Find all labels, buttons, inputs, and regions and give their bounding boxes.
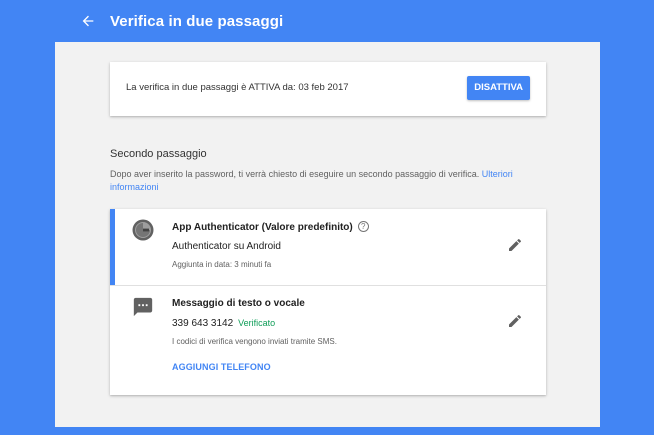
method-sms: Messaggio di testo o vocale 339 643 3142… bbox=[110, 285, 546, 395]
content-panel: La verifica in due passaggi è ATTIVA da:… bbox=[55, 42, 600, 427]
app-header: Verifica in due passaggi bbox=[0, 0, 654, 42]
second-step-methods-card: App Authenticator (Valore predefinito)? … bbox=[110, 209, 546, 395]
phone-number: 339 643 3142 Verificato bbox=[172, 318, 276, 329]
page-title: Verifica in due passaggi bbox=[110, 13, 284, 30]
verified-badge: Verificato bbox=[238, 318, 276, 328]
section-description: Dopo aver inserito la password, ti verrà… bbox=[110, 168, 540, 194]
help-icon[interactable]: ? bbox=[357, 221, 369, 232]
arrow-left-icon[interactable] bbox=[80, 13, 96, 29]
method-title: App Authenticator (Valore predefinito)? bbox=[172, 221, 369, 233]
sms-icon bbox=[132, 296, 154, 318]
disable-button[interactable]: DISATTIVA bbox=[467, 76, 530, 100]
add-phone-button[interactable]: AGGIUNGI TELEFONO bbox=[172, 362, 271, 372]
status-card: La verifica in due passaggi è ATTIVA da:… bbox=[110, 62, 546, 116]
method-added-date: Aggiunta in data: 3 minuti fa bbox=[172, 260, 272, 269]
method-device: Authenticator su Android bbox=[172, 241, 281, 252]
method-authenticator: App Authenticator (Valore predefinito)? … bbox=[110, 209, 546, 285]
default-method-indicator bbox=[110, 209, 115, 285]
status-text: La verifica in due passaggi è ATTIVA da:… bbox=[126, 82, 349, 93]
description-text: Dopo aver inserito la password, ti verrà… bbox=[110, 169, 480, 179]
method-description: I codici di verifica vengono inviati tra… bbox=[172, 337, 337, 346]
method-title: Messaggio di testo o vocale bbox=[172, 298, 305, 309]
section-heading: Secondo passaggio bbox=[110, 148, 207, 160]
edit-pencil-icon[interactable] bbox=[507, 237, 523, 253]
authenticator-icon bbox=[132, 219, 154, 241]
edit-pencil-icon[interactable] bbox=[507, 313, 523, 329]
